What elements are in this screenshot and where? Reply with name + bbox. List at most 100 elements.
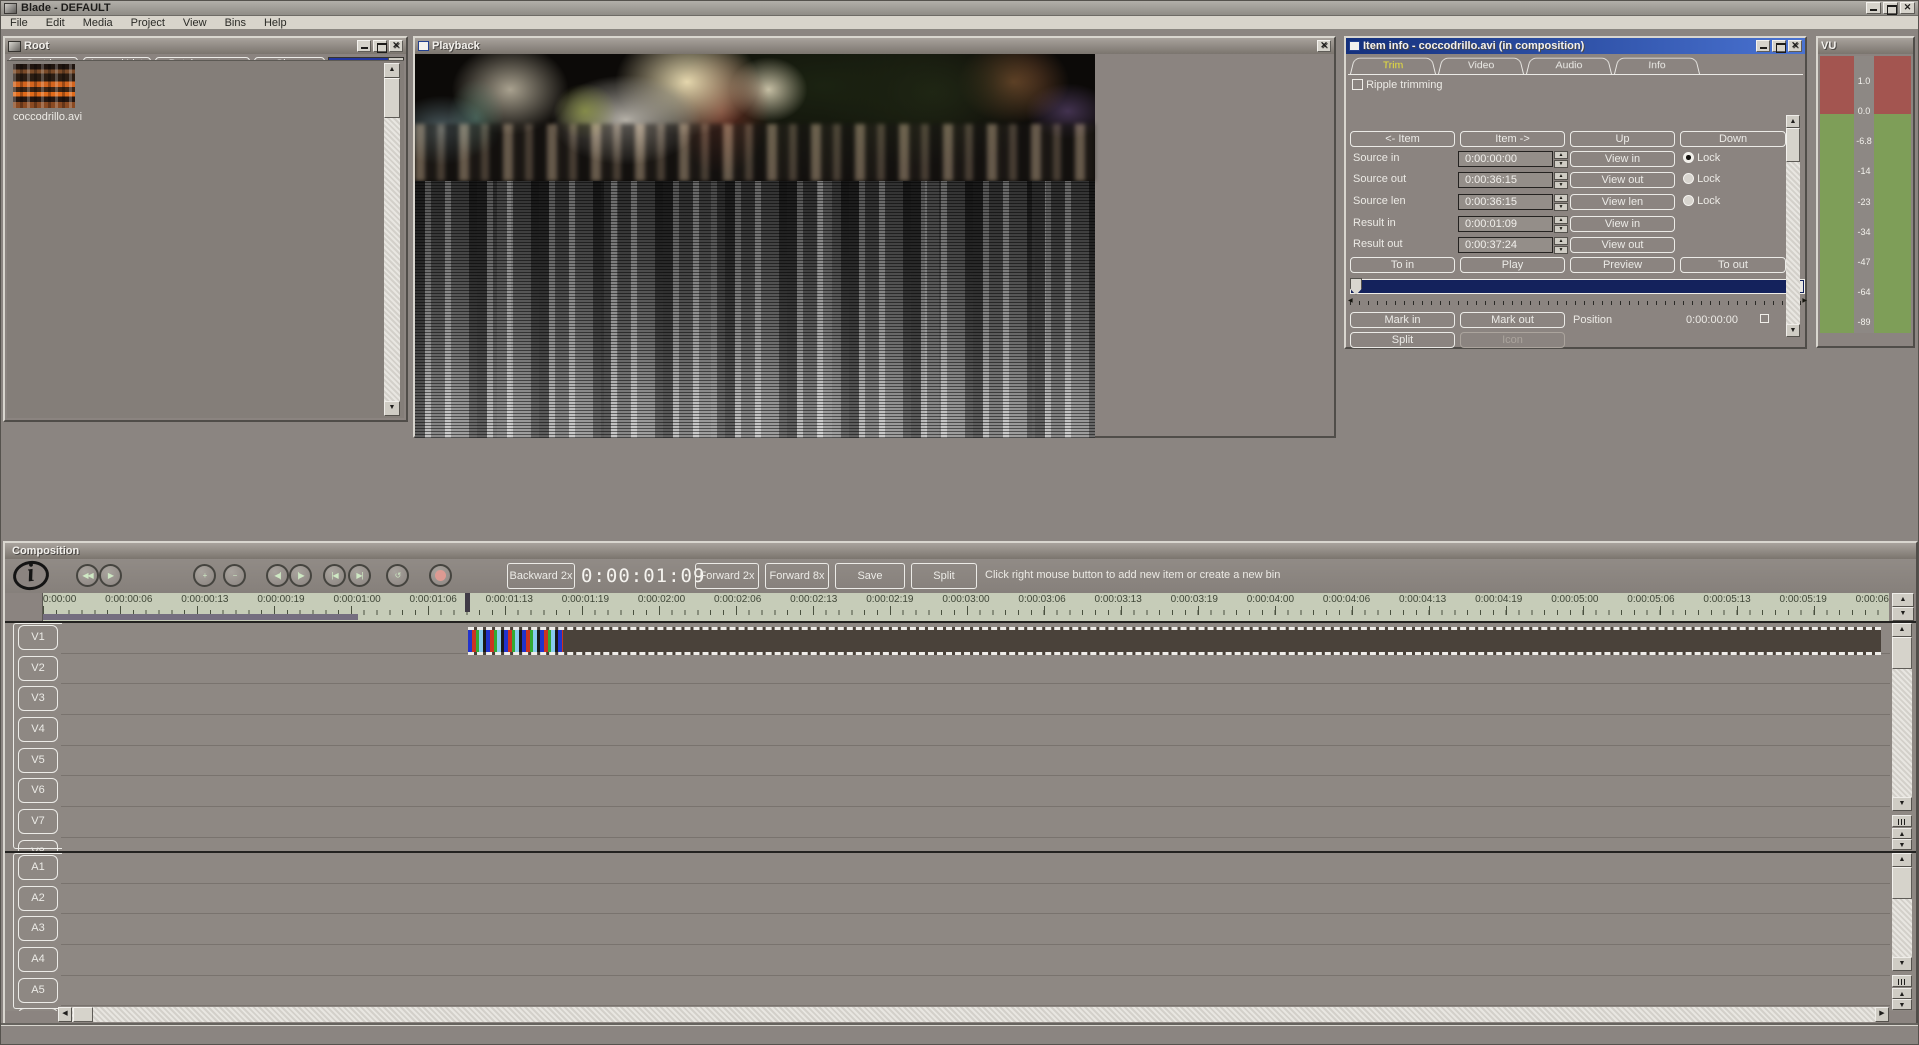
to-out-button[interactable]: To out — [1680, 257, 1786, 273]
video-track-button[interactable]: V6 — [18, 778, 58, 804]
menu-item[interactable]: Edit — [37, 17, 74, 29]
track-spin-up-icon[interactable] — [1892, 988, 1912, 999]
scroll-down-icon[interactable] — [1892, 797, 1912, 811]
scroll-down-icon[interactable] — [384, 401, 400, 416]
menu-item[interactable]: File — [1, 17, 37, 29]
scroll-up-icon[interactable] — [1786, 115, 1800, 128]
lock-radio-source-in[interactable] — [1683, 152, 1694, 163]
menu-item[interactable]: Project — [122, 17, 174, 29]
video-track-button[interactable]: V2 — [18, 655, 58, 681]
source-len-field[interactable]: 0:00:36:15 — [1458, 194, 1553, 210]
app-maximize-icon[interactable] — [1883, 2, 1898, 15]
audio-track-button[interactable]: A5 — [18, 977, 58, 1003]
audio-track-lane[interactable] — [61, 976, 1890, 1007]
video-track-lane[interactable] — [61, 684, 1890, 716]
video-track-lane[interactable] — [61, 746, 1890, 777]
save-button[interactable]: Save — [835, 563, 905, 589]
video-track-lane[interactable] — [61, 715, 1890, 746]
lock-radio-source-out[interactable] — [1683, 173, 1694, 184]
result-in-field[interactable]: 0:00:01:09 — [1458, 216, 1553, 232]
video-track-button[interactable]: V7 — [18, 809, 58, 835]
audio-track-button[interactable]: A2 — [18, 885, 58, 911]
audio-track-button[interactable]: A1 — [18, 855, 58, 880]
video-scrollbar[interactable] — [1892, 623, 1914, 851]
scroll-thumb[interactable] — [73, 1007, 93, 1022]
scroll-up-icon[interactable] — [1892, 623, 1912, 637]
source-out-field[interactable]: 0:00:36:15 — [1458, 172, 1553, 188]
view-result-in-button[interactable]: View in — [1570, 216, 1675, 232]
prev-frame-button[interactable]: ◀| — [266, 564, 289, 587]
video-track-button[interactable]: V3 — [18, 686, 58, 712]
track-spin-up-icon[interactable] — [1892, 828, 1912, 839]
go-to-end-button[interactable]: ▶| — [348, 564, 371, 587]
playback-close-icon[interactable] — [1317, 40, 1331, 52]
forward-8x-button[interactable]: Forward 8x — [765, 563, 829, 589]
app-minimize-icon[interactable] — [1866, 2, 1881, 14]
source-in-field[interactable]: 0:00:00:00 — [1458, 151, 1553, 167]
root-close-icon[interactable] — [389, 40, 403, 52]
result-out-stepper[interactable] — [1554, 237, 1568, 254]
playback-titlebar[interactable]: Playback — [415, 38, 1334, 54]
source-out-stepper[interactable] — [1554, 172, 1568, 189]
item-info-maximize-icon[interactable] — [1772, 40, 1786, 53]
menu-item[interactable]: Bins — [216, 17, 255, 29]
lock-radio-source-len[interactable] — [1683, 195, 1694, 206]
video-track-button[interactable]: V1 — [18, 625, 58, 650]
root-scrollbar[interactable] — [384, 63, 402, 416]
scroll-down-icon[interactable] — [1892, 957, 1912, 971]
bin-item[interactable]: coccodrillo.avi — [13, 64, 82, 123]
timeline-hscrollbar[interactable] — [58, 1007, 1889, 1022]
scroll-left-icon[interactable] — [58, 1007, 72, 1022]
scroll-up-icon[interactable] — [1892, 853, 1912, 867]
video-track-button[interactable]: V5 — [18, 747, 58, 773]
vu-titlebar[interactable]: VU — [1818, 38, 1913, 54]
audio-track-button[interactable]: A3 — [18, 916, 58, 942]
zoom-out-button[interactable]: − — [223, 564, 246, 587]
play-button[interactable]: Play — [1460, 257, 1565, 273]
root-minimize-icon[interactable] — [357, 40, 371, 52]
track-spin-down-icon[interactable] — [1892, 999, 1912, 1010]
track-scroll-down-icon[interactable] — [1892, 607, 1914, 621]
split-button[interactable]: Split — [1350, 332, 1455, 348]
audio-scrollbar[interactable] — [1892, 853, 1914, 1011]
item-info-close-icon[interactable] — [1788, 40, 1802, 52]
track-height-button[interactable] — [1892, 815, 1912, 827]
video-track-lane[interactable] — [61, 807, 1890, 838]
prev-item-button[interactable]: <- Item — [1350, 131, 1455, 147]
timeline-viewport-bar[interactable] — [43, 614, 358, 620]
item-info-scrollbar[interactable] — [1786, 115, 1801, 337]
source-in-stepper[interactable] — [1554, 151, 1568, 168]
audio-track-lane[interactable] — [61, 914, 1890, 946]
audio-track-lane[interactable] — [61, 853, 1890, 884]
track-scroll-up-icon[interactable] — [1892, 593, 1914, 607]
root-maximize-icon[interactable] — [373, 40, 387, 53]
zoom-in-button[interactable]: + — [193, 564, 216, 587]
scroll-thumb[interactable] — [1892, 637, 1912, 669]
mark-in-button[interactable]: Mark in — [1350, 312, 1455, 328]
menu-item[interactable]: Help — [255, 17, 296, 29]
next-frame-button[interactable]: |▶ — [289, 564, 312, 587]
view-in-button[interactable]: View in — [1570, 151, 1675, 167]
tab-trim[interactable]: Trim — [1350, 57, 1436, 74]
go-to-start-button[interactable]: |◀ — [323, 564, 346, 587]
tab-audio[interactable]: Audio — [1526, 57, 1612, 74]
scroll-right-icon[interactable] — [1875, 1007, 1889, 1022]
scroll-thumb[interactable] — [1786, 128, 1800, 162]
timeline-ruler[interactable]: 0:00:00:00 0:00:00:06 0:00:00:13 0:00:00:19… — [43, 593, 1889, 621]
tab-video[interactable]: Video — [1438, 57, 1524, 74]
slider-thumb[interactable] — [1350, 278, 1362, 295]
video-track-button[interactable]: V8 — [18, 839, 58, 851]
timeline-split-button[interactable]: Split — [911, 563, 977, 589]
record-button[interactable] — [429, 564, 452, 587]
clip-thumbnail[interactable] — [13, 64, 75, 108]
backward-2x-button[interactable]: Backward 2x — [507, 563, 575, 589]
playhead-marker[interactable] — [465, 593, 470, 612]
view-result-out-button[interactable]: View out — [1570, 237, 1675, 253]
trim-position-slider[interactable] — [1350, 278, 1805, 295]
tab-info[interactable]: Info — [1614, 57, 1700, 74]
item-info-minimize-icon[interactable] — [1756, 40, 1770, 52]
up-button[interactable]: Up — [1570, 131, 1675, 147]
scroll-up-icon[interactable] — [384, 63, 400, 78]
mark-out-button[interactable]: Mark out — [1460, 312, 1565, 328]
scroll-track[interactable] — [72, 1007, 1875, 1022]
